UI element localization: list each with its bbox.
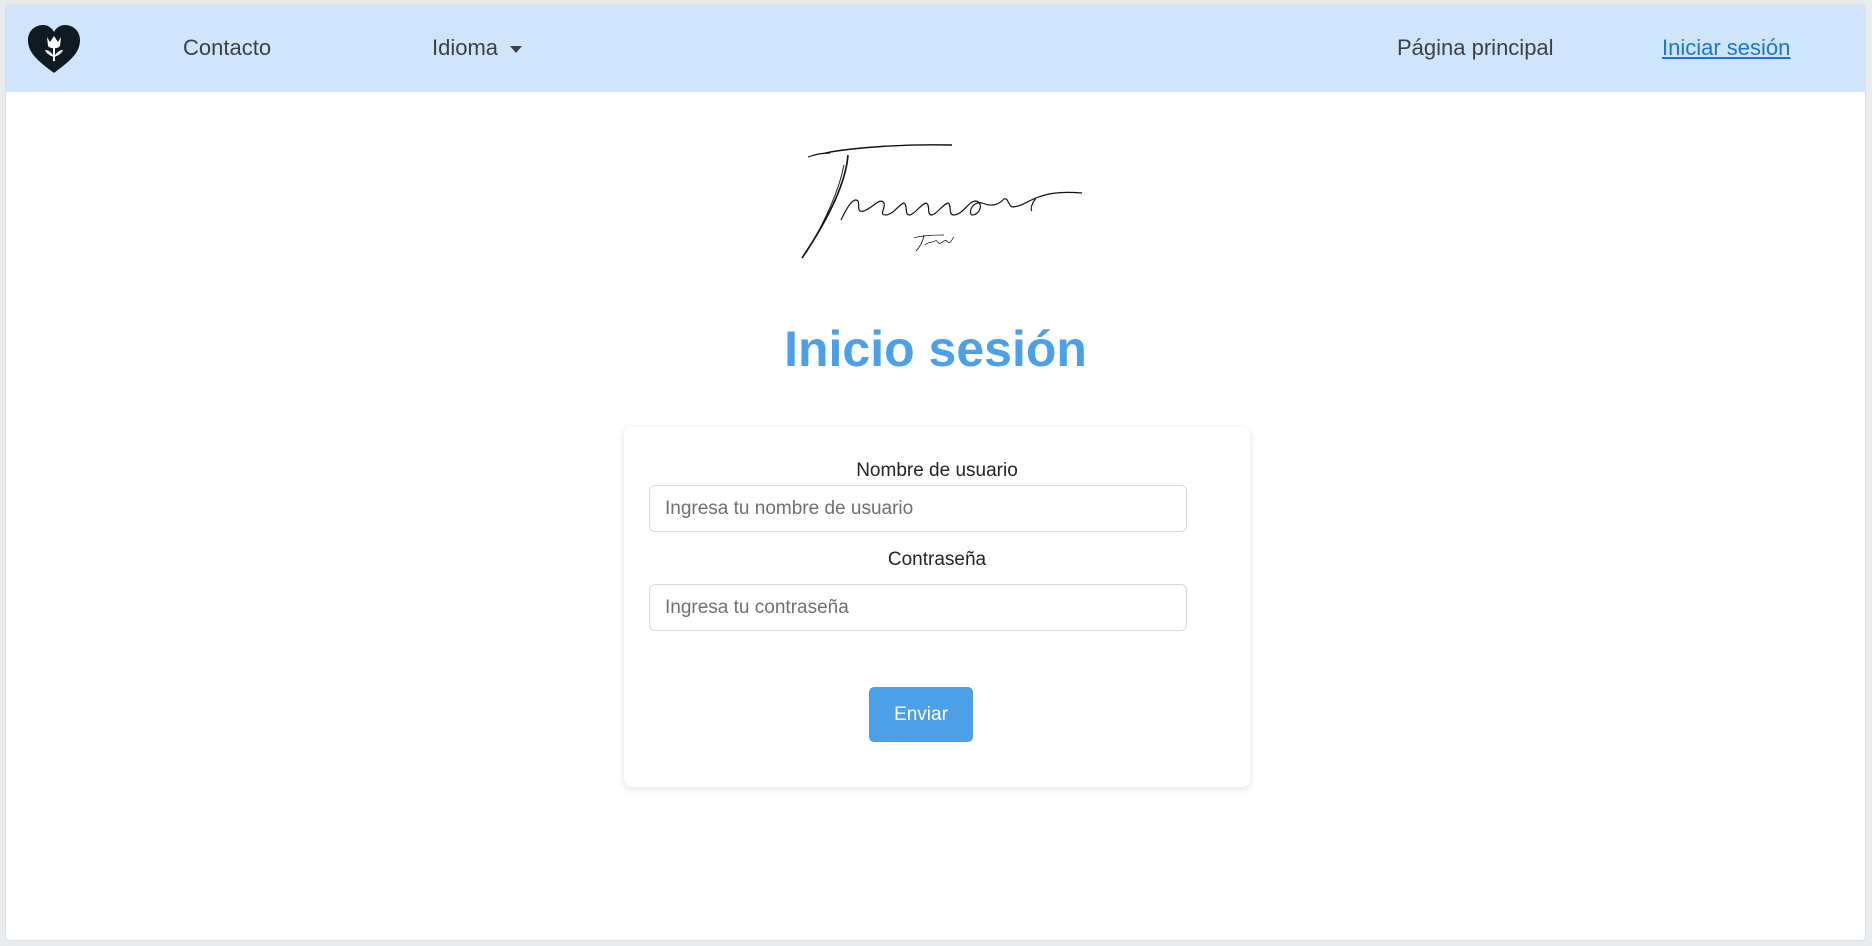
chevron-down-icon — [510, 45, 523, 53]
password-input[interactable] — [649, 584, 1187, 631]
password-label: Contraseña — [887, 549, 987, 570]
page-title: Inicio sesión — [784, 321, 1087, 377]
username-input[interactable] — [649, 485, 1187, 532]
nav-link-contact[interactable]: Contacto — [183, 35, 271, 61]
submit-button[interactable]: Enviar — [869, 687, 973, 742]
language-dropdown[interactable]: Idioma — [432, 35, 523, 61]
app-window: Contacto Idioma Página principal Iniciar… — [5, 4, 1866, 941]
login-form-card: Nombre de usuario Contraseña Enviar — [624, 427, 1250, 787]
nav-link-login[interactable]: Iniciar sesión — [1662, 35, 1790, 61]
username-label: Nombre de usuario — [856, 460, 1018, 481]
nav-link-home[interactable]: Página principal — [1397, 35, 1554, 61]
heart-tulip-logo-icon[interactable] — [26, 23, 82, 75]
language-dropdown-label: Idioma — [432, 35, 499, 60]
tremor-signature-logo — [801, 144, 1083, 259]
top-navbar: Contacto Idioma Página principal Iniciar… — [6, 5, 1865, 92]
